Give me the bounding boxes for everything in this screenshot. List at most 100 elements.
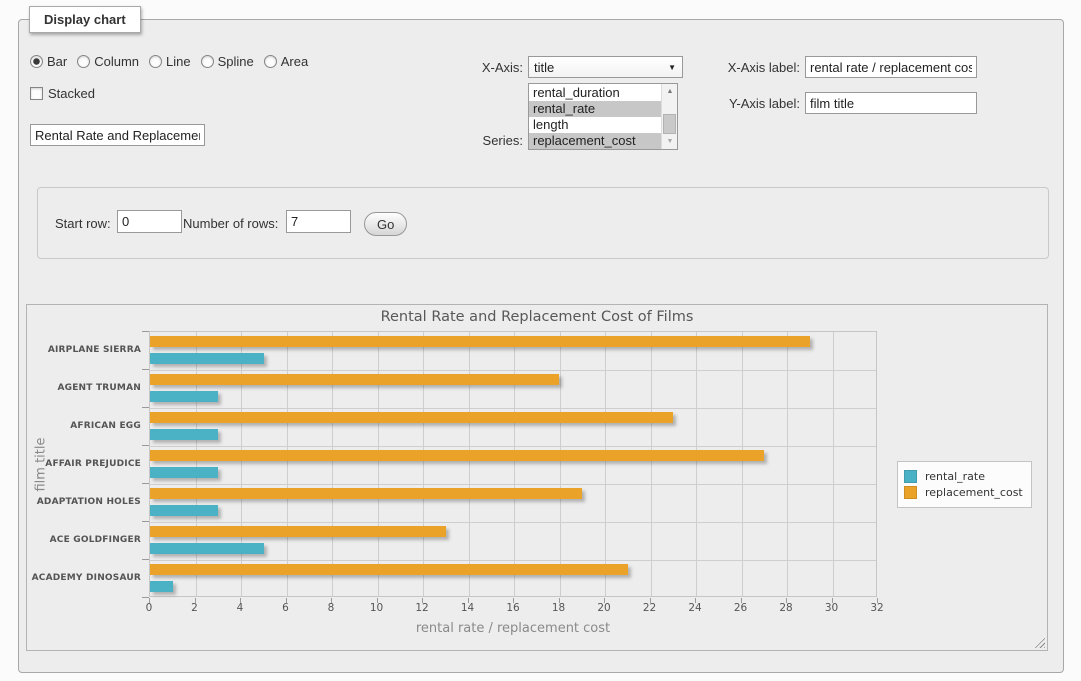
x-tick-label: 30 xyxy=(812,602,852,614)
series-option-rental_duration[interactable]: rental_duration xyxy=(529,85,661,101)
series-list-label: Series: xyxy=(458,133,523,148)
y-tick-mark xyxy=(142,597,149,598)
x-tick-label: 16 xyxy=(493,602,533,614)
x-tick-label: 20 xyxy=(584,602,624,614)
chart-type-radio-line[interactable] xyxy=(149,55,162,68)
category-label: AFFAIR PREJUDICE xyxy=(27,445,141,483)
y-tick-mark xyxy=(142,483,149,484)
x-tick-label: 32 xyxy=(857,602,897,614)
scrollbar-down-arrow-icon[interactable]: ▼ xyxy=(662,134,678,149)
y-tick-mark xyxy=(142,445,149,446)
x-tick-label: 4 xyxy=(220,602,260,614)
series-option-rental_rate[interactable]: rental_rate xyxy=(529,101,661,117)
gridline xyxy=(787,332,788,596)
chart-type-spline[interactable]: Spline xyxy=(201,54,254,69)
bar-rental_rate-affair-prejudice xyxy=(150,467,218,478)
gridline xyxy=(833,332,834,596)
x-tick-label: 18 xyxy=(539,602,579,614)
chart-x-axis-title: rental rate / replacement cost xyxy=(149,621,877,636)
bar-replacement_cost-african-egg xyxy=(150,412,673,423)
x-tick-label: 22 xyxy=(630,602,670,614)
chart-type-label: Line xyxy=(166,54,191,69)
y-axis-label-input[interactable] xyxy=(805,92,977,114)
y-tick-mark xyxy=(142,407,149,408)
gridline xyxy=(150,370,876,371)
scrollbar-thumb[interactable] xyxy=(663,114,676,134)
gridline xyxy=(423,332,424,596)
chart-type-label: Area xyxy=(281,54,308,69)
category-label: AFRICAN EGG xyxy=(27,407,141,445)
chart-type-column[interactable]: Column xyxy=(77,54,139,69)
chart-type-radio-bar[interactable] xyxy=(30,55,43,68)
gridline xyxy=(150,560,876,561)
y-tick-mark xyxy=(142,331,149,332)
category-label: AIRPLANE SIERRA xyxy=(27,331,141,369)
chart-type-radio-group: Bar Column Line Spline Area xyxy=(30,54,318,69)
category-label: ACE GOLDFINGER xyxy=(27,521,141,559)
category-label: AGENT TRUMAN xyxy=(27,369,141,407)
chart-type-label: Spline xyxy=(218,54,254,69)
legend-label: replacement_cost xyxy=(925,486,1023,499)
series-option-replacement_cost[interactable]: replacement_cost xyxy=(529,133,661,149)
series-listbox-options: rental_durationrental_ratelengthreplacem… xyxy=(529,85,661,149)
chart-legend: rental_ratereplacement_cost xyxy=(897,461,1032,508)
x-axis-label-label: X-Axis label: xyxy=(700,60,800,75)
bar-replacement_cost-ace-goldfinger xyxy=(150,526,446,537)
x-axis-select[interactable]: title ▼ xyxy=(528,56,683,78)
chart-title-input[interactable] xyxy=(30,124,205,146)
y-tick-mark xyxy=(142,559,149,560)
gridline xyxy=(150,484,876,485)
x-tick-label: 0 xyxy=(129,602,169,614)
x-axis-label-input[interactable] xyxy=(805,56,977,78)
start-row-input[interactable] xyxy=(117,210,182,233)
rows-panel: Start row: Number of rows: Go xyxy=(37,187,1049,259)
num-rows-input[interactable] xyxy=(286,210,351,233)
bar-rental_rate-adaptation-holes xyxy=(150,505,218,516)
stacked-checkbox[interactable] xyxy=(30,87,43,100)
chart-type-bar[interactable]: Bar xyxy=(30,54,67,69)
legend-item-replacement_cost: replacement_cost xyxy=(904,486,1023,499)
x-tick-label: 6 xyxy=(266,602,306,614)
x-tick-label: 10 xyxy=(357,602,397,614)
x-tick-label: 24 xyxy=(675,602,715,614)
gridline xyxy=(651,332,652,596)
chart-title: Rental Rate and Replacement Cost of Film… xyxy=(27,309,1047,325)
go-button[interactable]: Go xyxy=(364,212,407,236)
series-option-length[interactable]: length xyxy=(529,117,661,133)
gridline xyxy=(241,332,242,596)
bar-rental_rate-airplane-sierra xyxy=(150,353,264,364)
series-scrollbar[interactable]: ▲ ▼ xyxy=(661,84,677,149)
chart-type-line[interactable]: Line xyxy=(149,54,191,69)
chart-type-area[interactable]: Area xyxy=(264,54,308,69)
gridline xyxy=(560,332,561,596)
chart-type-radio-spline[interactable] xyxy=(201,55,214,68)
x-tick-label: 8 xyxy=(311,602,351,614)
bar-rental_rate-agent-truman xyxy=(150,391,218,402)
chart-type-radio-column[interactable] xyxy=(77,55,90,68)
x-axis-select-label: X-Axis: xyxy=(458,60,523,75)
legend-swatch-replacement_cost xyxy=(904,486,917,499)
gridline xyxy=(287,332,288,596)
chart-type-radio-area[interactable] xyxy=(264,55,277,68)
bar-replacement_cost-affair-prejudice xyxy=(150,450,764,461)
gridline xyxy=(742,332,743,596)
x-tick-label: 2 xyxy=(175,602,215,614)
fieldset-legend: Display chart xyxy=(29,6,141,33)
gridline xyxy=(696,332,697,596)
x-tick-label: 26 xyxy=(721,602,761,614)
series-listbox[interactable]: rental_durationrental_ratelengthreplacem… xyxy=(528,83,678,150)
num-rows-label: Number of rows: xyxy=(183,216,278,231)
stacked-label: Stacked xyxy=(48,86,95,101)
gridline xyxy=(469,332,470,596)
gridline xyxy=(332,332,333,596)
bar-replacement_cost-airplane-sierra xyxy=(150,336,810,347)
start-row-label: Start row: xyxy=(55,216,111,231)
y-axis-label-label: Y-Axis label: xyxy=(700,96,800,111)
y-tick-mark xyxy=(142,521,149,522)
stacked-option[interactable]: Stacked xyxy=(30,86,95,101)
resize-handle-icon[interactable] xyxy=(1033,636,1045,648)
bar-replacement_cost-adaptation-holes xyxy=(150,488,582,499)
gridline xyxy=(378,332,379,596)
chart-container: Rental Rate and Replacement Cost of Film… xyxy=(26,304,1048,651)
scrollbar-up-arrow-icon[interactable]: ▲ xyxy=(662,84,678,99)
